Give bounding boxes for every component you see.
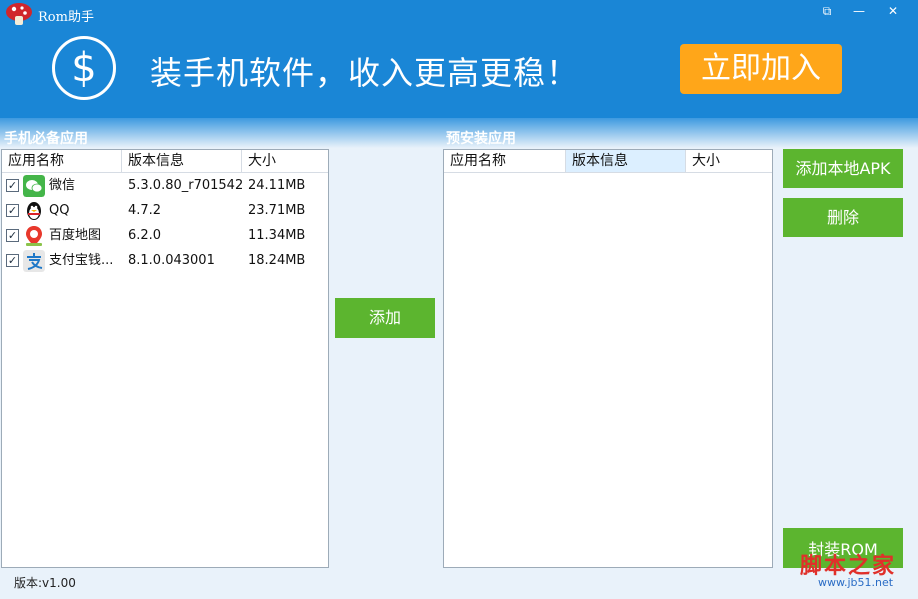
- app-name: 百度地图: [49, 228, 102, 243]
- row-checkbox[interactable]: ✓: [6, 179, 19, 192]
- row-checkbox[interactable]: ✓: [6, 254, 19, 267]
- banner-slogan: 装手机软件，收入更高更稳！: [150, 54, 580, 92]
- baidu-map-pin-icon: [26, 226, 42, 246]
- app-name: 支付宝钱...: [49, 253, 114, 268]
- app-version: 8.1.0.043001: [128, 253, 215, 268]
- mushroom-icon: [6, 3, 32, 25]
- row-checkbox[interactable]: ✓: [6, 204, 19, 217]
- column-version[interactable]: 版本信息: [122, 150, 242, 172]
- column-size[interactable]: 大小: [242, 150, 328, 172]
- table-row[interactable]: ✓ 支付宝钱... 8.1.0.043001 18.24MB: [4, 249, 324, 273]
- column-version[interactable]: 版本信息: [566, 150, 686, 172]
- column-app-name[interactable]: 应用名称: [444, 150, 566, 172]
- close-button[interactable]: ✕: [880, 2, 906, 20]
- list-header: 应用名称 版本信息 大小: [2, 150, 328, 173]
- preinstall-apps-list[interactable]: 应用名称 版本信息 大小: [443, 149, 773, 568]
- app-title: Rom助手: [38, 10, 94, 25]
- app-size: 24.11MB: [248, 178, 306, 193]
- wechat-icon: [23, 175, 45, 197]
- add-button[interactable]: 添加: [335, 298, 435, 338]
- add-local-apk-button[interactable]: 添加本地APK: [783, 149, 903, 188]
- dollar-icon: $: [52, 36, 116, 100]
- table-row[interactable]: ✓ QQ 4.7.2 23.71MB: [4, 199, 324, 223]
- app-version: 5.3.0.80_r701542: [128, 178, 244, 193]
- app-version: 4.7.2: [128, 203, 162, 218]
- app-size: 18.24MB: [248, 253, 306, 268]
- app-size: 23.71MB: [248, 203, 306, 218]
- alipay-icon: [23, 250, 45, 272]
- list-header: 应用名称 版本信息 大小: [444, 150, 772, 173]
- table-row[interactable]: ✓ 百度地图 6.2.0 11.34MB: [4, 224, 324, 248]
- app-version: 6.2.0: [128, 228, 162, 243]
- table-row[interactable]: ✓ 微信 5.3.0.80_r701542 24.11MB: [4, 174, 324, 198]
- right-panel-title: 预安装应用: [446, 131, 516, 147]
- join-now-button[interactable]: 立即加入: [680, 44, 842, 94]
- column-size[interactable]: 大小: [686, 150, 772, 172]
- qq-penguin-icon: [27, 202, 41, 220]
- column-app-name[interactable]: 应用名称: [2, 150, 122, 172]
- minimize-button[interactable]: —: [846, 2, 872, 20]
- app-name: QQ: [49, 203, 70, 218]
- essential-apps-list[interactable]: 应用名称 版本信息 大小 ✓ 微信 5.3.0.80_r701542 24.11…: [1, 149, 329, 568]
- app-size: 11.34MB: [248, 228, 306, 243]
- header-banner: Rom助手 ⧉ — ✕ $ 装手机软件，收入更高更稳！ 立即加入: [0, 0, 918, 118]
- row-checkbox[interactable]: ✓: [6, 229, 19, 242]
- left-panel-title: 手机必备应用: [4, 131, 88, 147]
- watermark-url: www.jb51.net: [818, 576, 894, 589]
- restore-button[interactable]: ⧉: [814, 2, 840, 20]
- delete-button[interactable]: 删除: [783, 198, 903, 237]
- version-label: 版本:v1.00: [14, 576, 76, 590]
- app-name: 微信: [49, 178, 76, 193]
